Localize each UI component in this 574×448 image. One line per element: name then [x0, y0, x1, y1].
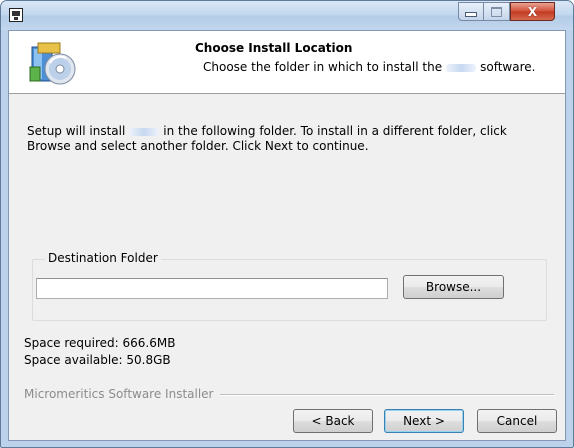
close-icon: X [527, 4, 538, 19]
dialog-body: Choose Install Location Choose the folde… [8, 30, 566, 441]
redacted-product-name-2 [129, 127, 160, 136]
page-title: Choose Install Location [195, 41, 353, 55]
subtitle-text-end: software. [480, 60, 536, 74]
minimize-button[interactable] [458, 2, 484, 21]
space-required-text: Space required: 666.6MB [24, 336, 176, 350]
installer-window: X Choose Install Location Choose the fol… [0, 0, 574, 448]
browse-button[interactable]: Browse... [403, 275, 504, 299]
install-disk-icon [29, 42, 76, 85]
close-button[interactable]: X [510, 2, 555, 21]
installer-branding: Micromeritics Software Installer [24, 387, 220, 401]
subtitle-text-start: Choose the folder in which to install th… [203, 60, 443, 74]
next-button[interactable]: Next > [384, 409, 464, 433]
maximize-button [484, 2, 510, 21]
instructions-start: Setup will install [27, 124, 126, 138]
redacted-product-name [446, 63, 477, 72]
minimize-icon [465, 12, 477, 17]
destination-folder-label: Destination Folder [45, 251, 161, 265]
instructions-text: Setup will install in the following folde… [27, 124, 547, 154]
space-available-text: Space available: 50.8GB [24, 353, 171, 367]
cancel-button[interactable]: Cancel [477, 409, 557, 433]
title-bar[interactable]: X [1, 1, 573, 30]
maximize-icon [491, 6, 502, 17]
header-panel: Choose Install Location Choose the folde… [9, 31, 565, 94]
setup-app-icon[interactable] [9, 8, 23, 22]
destination-path-input[interactable] [36, 278, 388, 299]
back-button[interactable]: < Back [293, 409, 373, 433]
page-subtitle: Choose the folder in which to install th… [203, 60, 535, 74]
